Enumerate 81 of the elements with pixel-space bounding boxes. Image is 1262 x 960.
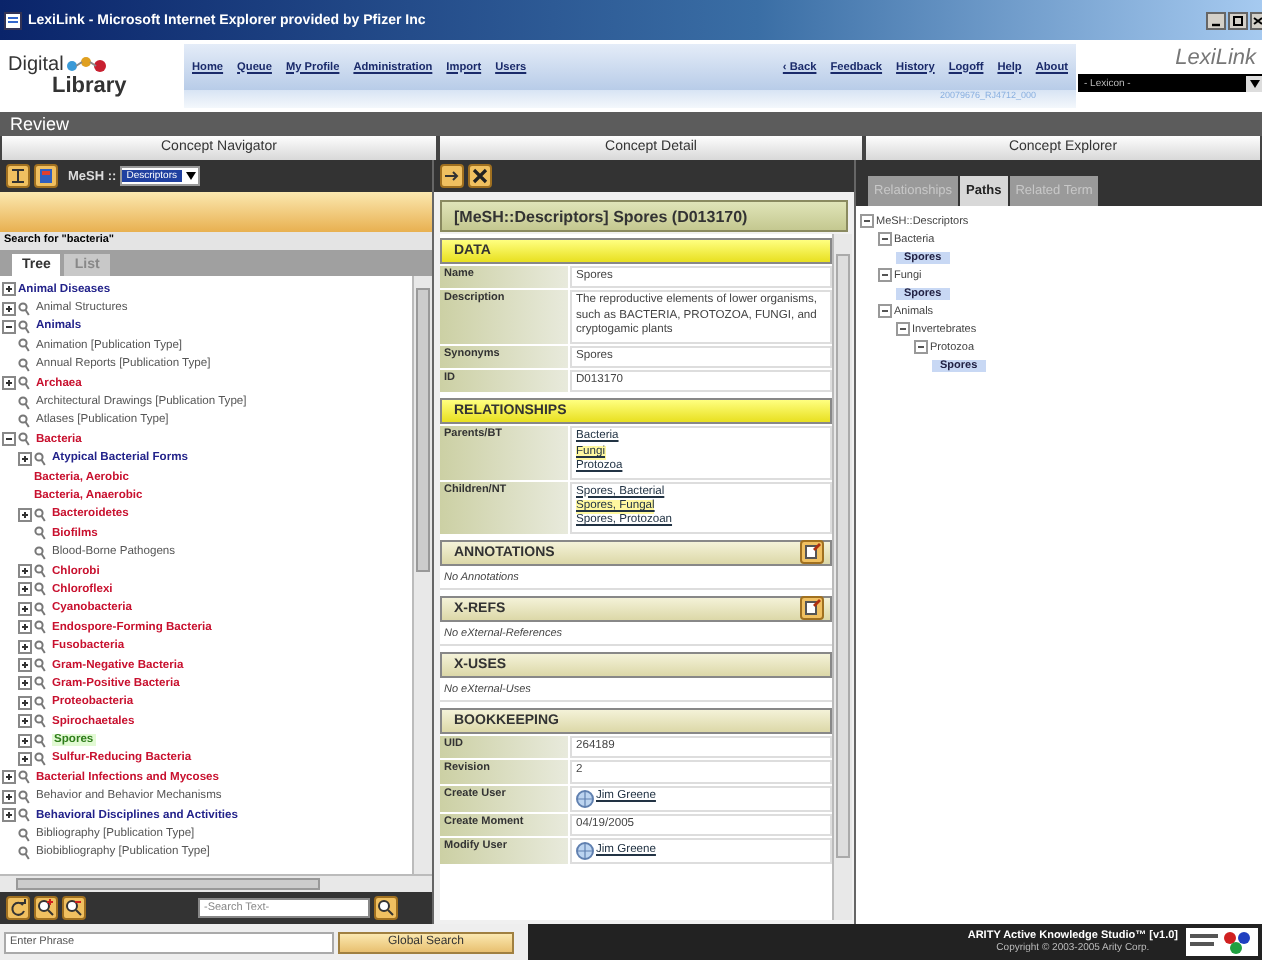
expand-icon[interactable] — [18, 564, 32, 579]
magnifier-icon[interactable] — [34, 451, 46, 466]
magnifier-icon[interactable] — [18, 395, 30, 410]
collapse-icon[interactable] — [2, 319, 16, 334]
globe-icon — [576, 789, 594, 808]
concept-heading: [MeSH::Descriptors] Spores (D013170) — [454, 207, 748, 225]
magnifier-icon[interactable] — [18, 357, 30, 372]
collapse-icon[interactable] — [914, 340, 928, 354]
magnifier-icon[interactable] — [34, 695, 46, 710]
collapse-icon[interactable] — [878, 268, 892, 282]
collapse-icon[interactable] — [2, 432, 16, 447]
logo-text: Library — [52, 76, 129, 98]
zoom-out-icon[interactable] — [62, 896, 86, 920]
page-icon — [4, 11, 22, 29]
scrollbar[interactable] — [412, 276, 432, 874]
minimize-icon[interactable] — [1206, 11, 1226, 29]
expand-icon[interactable] — [18, 733, 32, 748]
expand-icon[interactable] — [18, 601, 32, 616]
scrollbar[interactable] — [0, 874, 432, 892]
expand-icon[interactable] — [2, 376, 16, 391]
magnifier-icon[interactable] — [34, 564, 46, 579]
close-icon[interactable] — [1250, 11, 1262, 29]
magnifier-icon[interactable] — [18, 808, 30, 823]
page-title: Review — [10, 114, 70, 134]
magnifier-icon[interactable] — [18, 338, 30, 353]
expand-icon[interactable] — [18, 639, 32, 654]
expand-icon[interactable] — [18, 714, 32, 729]
dropdown-icon — [1249, 79, 1259, 87]
magnifier-icon[interactable] — [34, 526, 46, 541]
scrollbar[interactable] — [832, 234, 852, 920]
magnifier-icon[interactable] — [34, 507, 46, 522]
expand-icon[interactable] — [2, 282, 16, 297]
magnifier-icon[interactable] — [34, 658, 46, 672]
expand-icon[interactable] — [18, 751, 32, 766]
magnifier-icon[interactable] — [18, 789, 30, 804]
search-icon[interactable] — [374, 896, 398, 920]
dots-icon — [65, 56, 110, 74]
magnifier-icon[interactable] — [34, 639, 46, 654]
book-icon[interactable] — [34, 164, 58, 188]
magnifier-icon[interactable] — [34, 714, 46, 729]
collapse-icon[interactable] — [860, 214, 874, 228]
magnifier-icon[interactable] — [18, 376, 30, 391]
expand-icon[interactable] — [18, 451, 32, 466]
magnifier-icon[interactable] — [18, 319, 30, 334]
collapse-icon[interactable] — [896, 322, 910, 336]
magnifier-icon[interactable] — [18, 413, 30, 428]
magnifier-icon[interactable] — [18, 301, 30, 316]
magnifier-icon[interactable] — [34, 733, 46, 748]
brand-name: LexiLink — [1175, 46, 1259, 70]
magnifier-icon[interactable] — [34, 545, 46, 560]
expand-icon[interactable] — [18, 658, 32, 672]
expand-icon[interactable] — [18, 695, 32, 710]
expand-icon[interactable] — [2, 770, 16, 785]
refresh-icon[interactable] — [6, 896, 30, 920]
globe-icon — [576, 842, 594, 861]
dropdown-icon — [185, 172, 195, 180]
expand-icon[interactable] — [18, 507, 32, 522]
expand-icon[interactable] — [2, 808, 16, 823]
logo-icon — [1186, 928, 1258, 956]
zoom-in-icon[interactable] — [34, 896, 58, 920]
logo-text: Digital — [8, 54, 64, 76]
expand-icon[interactable] — [2, 301, 16, 316]
magnifier-icon[interactable] — [34, 751, 46, 766]
magnifier-icon[interactable] — [34, 620, 46, 635]
expand-icon[interactable] — [18, 582, 32, 597]
magnifier-icon[interactable] — [18, 827, 30, 842]
magnifier-icon[interactable] — [34, 676, 46, 691]
collapse-icon[interactable] — [878, 232, 892, 246]
magnifier-icon[interactable] — [18, 770, 30, 785]
collapse-icon[interactable] — [878, 304, 892, 318]
magnifier-icon[interactable] — [34, 582, 46, 597]
note-icon[interactable] — [800, 596, 824, 621]
maximize-icon[interactable] — [1228, 11, 1248, 29]
expand-icon[interactable] — [18, 620, 32, 635]
magnifier-icon[interactable] — [18, 845, 30, 860]
expand-icon[interactable] — [2, 789, 16, 804]
note-icon[interactable] — [800, 540, 824, 565]
magnifier-icon[interactable] — [34, 601, 46, 616]
expand-icon[interactable] — [18, 676, 32, 691]
magnifier-icon[interactable] — [18, 432, 30, 447]
close-icon[interactable] — [468, 164, 492, 188]
